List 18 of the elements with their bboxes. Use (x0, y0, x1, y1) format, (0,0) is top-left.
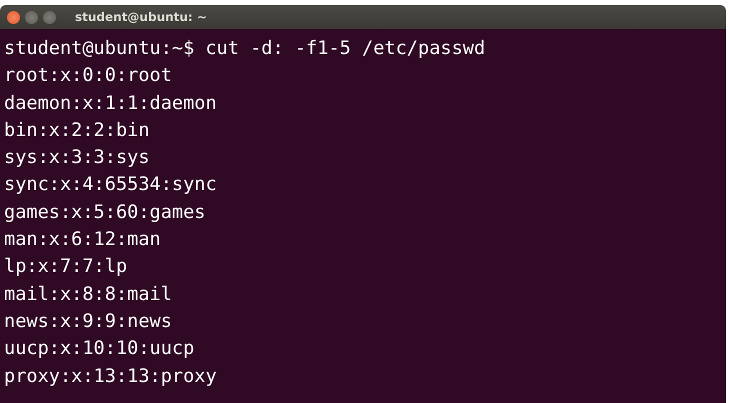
command-text: cut -d: -f1-5 /etc/passwd (205, 37, 486, 61)
shell-prompt: student@ubuntu:~$ (4, 37, 194, 61)
output-line: root:x:0:0:root (4, 64, 172, 88)
output-line: news:x:9:9:news (4, 310, 172, 334)
output-line: lp:x:7:7:lp (4, 255, 128, 280)
output-line: sys:x:3:3:sys (4, 146, 150, 170)
output-line: man:x:6:12:man (4, 228, 161, 252)
output-line: games:x:5:60:games (4, 200, 206, 225)
output-line: bin:x:2:2:bin (4, 118, 150, 143)
output-line: mail:x:8:8:mail (4, 282, 172, 307)
output-line: daemon:x:1:1:daemon (4, 92, 217, 116)
output-line: proxy:x:13:13:proxy (4, 364, 217, 389)
maximize-button[interactable] (43, 10, 56, 24)
output-line: uucp:x:10:10:uucp (4, 337, 194, 362)
close-button[interactable] (7, 10, 20, 24)
window-title: student@ubuntu: ~ (75, 10, 207, 24)
output-line: sync:x:4:65534:sync (4, 173, 217, 198)
minimize-button[interactable] (25, 10, 38, 24)
